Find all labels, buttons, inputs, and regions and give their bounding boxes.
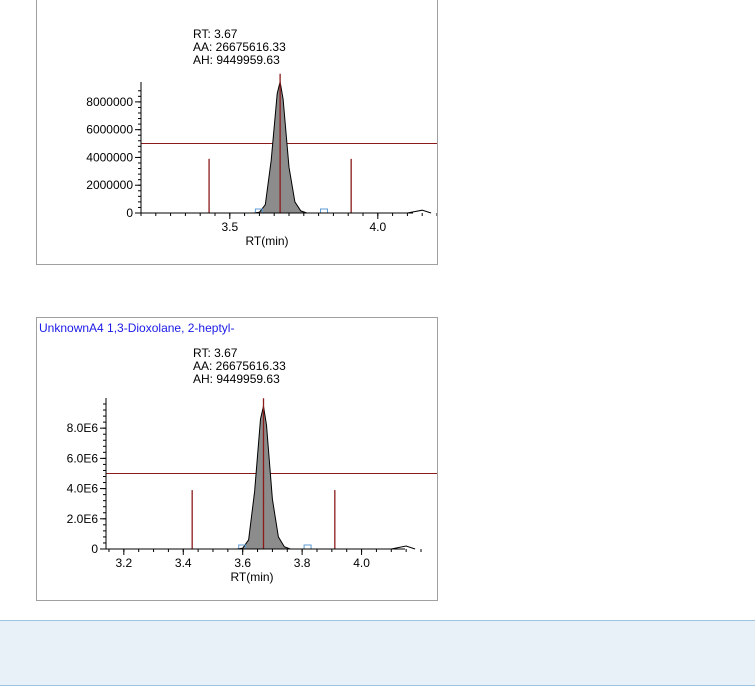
x-tick-label: 3.6 [234, 556, 251, 570]
chromatogram-plot-top: UnknownA4 1,3-Dioxolane, 2-heptyl-RT: 3.… [86, 27, 437, 248]
y-tick-label: 8000000 [86, 95, 133, 109]
x-axis-label: RT(min) [230, 570, 273, 584]
y-tick-label: 8.0E6 [67, 421, 99, 435]
peak-annotation: AA: 26675616.33 [193, 359, 286, 373]
y-tick-label: 0 [91, 542, 98, 556]
y-tick-label: 6.0E6 [67, 451, 99, 465]
y-tick-label: 4000000 [86, 150, 133, 164]
x-tick-label: 3.5 [221, 220, 238, 234]
x-tick-label: 4.0 [353, 556, 370, 570]
peak-annotation: RT: 3.67 [193, 27, 238, 41]
x-axis-label: RT(min) [245, 234, 288, 248]
chromatogram-panel-top: UnknownA4 1,3-Dioxolane, 2-heptyl-RT: 3.… [36, 0, 438, 265]
bottom-info-bar [0, 620, 755, 686]
x-tick-label: 3.2 [115, 556, 132, 570]
y-tick-label: 4.0E6 [67, 482, 99, 496]
chromatogram-plot-bottom: UnknownA4 1,3-Dioxolane, 2-heptyl- RT: 3.… [39, 321, 437, 584]
peak-annotation: AH: 9449959.63 [193, 372, 280, 386]
chromatogram-panel-bottom: UnknownA4 1,3-Dioxolane, 2-heptyl- RT: 3.… [36, 317, 438, 601]
y-tick-label: 2000000 [86, 178, 133, 192]
baseline-marker [320, 208, 329, 214]
x-tick-label: 3.4 [175, 556, 192, 570]
peak-annotation: AH: 9449959.63 [193, 53, 280, 67]
y-tick-label: 0 [126, 206, 133, 220]
x-tick-label: 4.0 [369, 220, 386, 234]
y-tick-label: 6000000 [86, 123, 133, 137]
y-tick-label: 2.0E6 [67, 512, 99, 526]
peak-annotation: RT: 3.67 [193, 346, 238, 360]
x-tick-label: 3.8 [294, 556, 311, 570]
peak-annotation: AA: 26675616.33 [193, 40, 286, 54]
baseline-marker [303, 544, 312, 550]
chart-title: UnknownA4 1,3-Dioxolane, 2-heptyl- [39, 321, 234, 335]
